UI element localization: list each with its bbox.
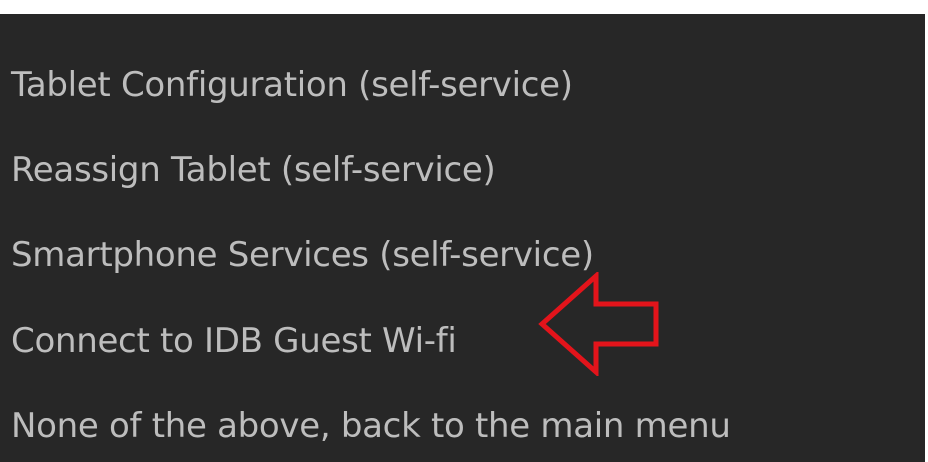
option-tablet-configuration[interactable]: Tablet Configuration (self-service)	[11, 59, 573, 111]
option-connect-guest-wifi[interactable]: Connect to IDB Guest Wi-fi	[11, 315, 457, 367]
options-panel: Tablet Configuration (self-service) Reas…	[0, 14, 925, 462]
option-smartphone-services[interactable]: Smartphone Services (self-service)	[11, 229, 594, 281]
option-reassign-tablet[interactable]: Reassign Tablet (self-service)	[11, 144, 496, 196]
left-arrow-outline-icon	[538, 272, 659, 376]
option-back-to-main-menu[interactable]: None of the above, back to the main menu	[11, 400, 731, 452]
